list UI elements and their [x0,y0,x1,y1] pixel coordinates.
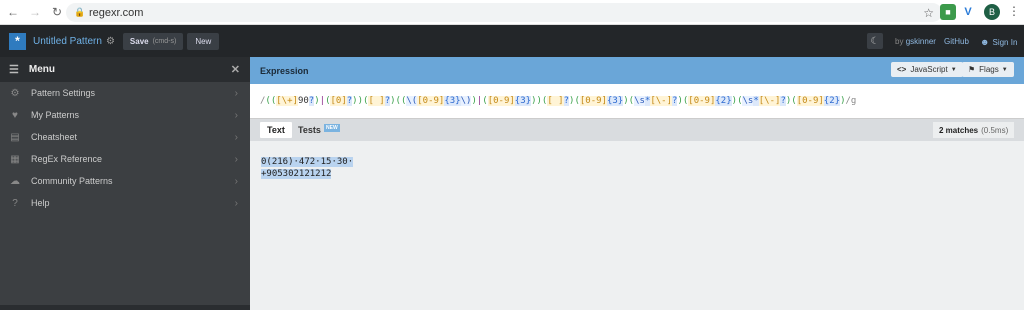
test-text-line[interactable]: +905302121212 [261,169,332,179]
list-icon: ☰ [9,64,19,76]
save-shortcut: (cmd-s) [152,37,177,45]
chevron-right-icon: › [234,175,238,187]
help-icon: ? [12,197,18,209]
tab-text[interactable]: Text [260,122,292,138]
author-link[interactable]: gskinner [906,37,936,46]
github-link[interactable]: GitHub [944,37,969,46]
text-tests-bar [250,119,1024,141]
flags-dropdown[interactable]: ⚑ Flags ▼ [962,62,1014,77]
chevron-right-icon: › [234,197,238,209]
new-button[interactable]: New [187,32,220,50]
forward-icon[interactable]: → [26,3,44,21]
url-text: regexr.com [89,6,144,19]
author-credit: by gskinner [895,37,936,46]
sidebar-item-help[interactable]: ? Help › [0,192,250,214]
sidebar-item-my-patterns[interactable]: ♥ My Patterns › [0,104,250,126]
flavor-label: JavaScript [910,65,948,74]
code-icon: <> [897,65,907,74]
by-label: by [895,37,904,46]
regexr-logo-icon[interactable]: * [9,32,26,50]
gear-icon[interactable]: ⚙ [106,36,115,47]
chevron-right-icon: › [234,131,238,143]
menu-label: Menu [28,64,55,75]
sidebar-item-pattern-settings[interactable]: ⚙ Pattern Settings › [0,82,250,104]
flavor-dropdown[interactable]: <> JavaScript ▼ [891,62,963,77]
flags-label: Flags [979,65,999,74]
bookmark-star-icon[interactable]: ☆ [923,6,934,20]
match-highlight: 0(216)·472·15·30· [261,157,354,167]
gear-icon: ⚙ [10,87,20,99]
sidebar-footer [0,305,250,310]
save-label: Save [129,36,149,46]
sidebar-item-label: Pattern Settings [31,88,96,98]
sign-in-label: Sign In [992,37,1018,47]
save-button[interactable]: Save (cmd-s) [122,32,184,50]
back-icon[interactable]: ← [4,3,22,21]
extension-icon[interactable]: ■ [940,4,956,20]
sidebar: ☰ Menu ✕ ⚙ Pattern Settings › ♥ My Patte… [0,57,250,310]
chevron-right-icon: › [234,153,238,165]
sidebar-item-regex-reference[interactable]: ▦ RegEx Reference › [0,148,250,170]
close-icon[interactable]: ✕ [231,63,240,76]
regex-expression[interactable]: /(([\+]90?)|([0]?))([ ]?)((\([0-9]{3}\))… [260,96,856,106]
reload-icon[interactable]: ↻ [48,3,66,21]
document-icon: ▤ [10,131,20,143]
test-text-area[interactable] [250,141,1024,310]
user-icon: ☻ [980,37,990,47]
expression-editor[interactable]: /(([\+]90?)|([0]?))([ ]?)((\([0-9]{3}\))… [250,84,1024,119]
address-bar[interactable]: 🔒 regexr.com ☆ [66,3,942,22]
test-text-line[interactable]: 0(216)·472·15·30· [261,157,354,167]
sidebar-item-label: Community Patterns [31,176,113,186]
sidebar-item-label: My Patterns [31,110,80,120]
chevron-down-icon: ▼ [950,66,957,73]
vue-extension-icon[interactable]: V [960,4,976,20]
pattern-title[interactable]: Untitled Pattern [33,36,102,47]
sidebar-item-label: Cheatsheet [31,132,78,142]
expression-heading: Expression [260,65,309,76]
browser-menu-icon[interactable]: ⋮ [1008,4,1020,18]
chevron-down-icon: ▼ [1001,66,1008,73]
heart-icon: ♥ [12,109,18,121]
dark-mode-toggle-icon[interactable]: ☾ [867,33,883,49]
match-highlight: +905302121212 [261,169,332,179]
match-time: (0.5ms) [981,125,1009,135]
cloud-icon: ☁ [10,175,20,187]
match-count-badge: 2 matches (0.5ms) [933,122,1015,138]
tab-tests[interactable]: Tests [298,122,321,138]
menu-header: ☰ Menu ✕ [0,57,250,82]
lock-icon: 🔒 [74,7,86,17]
flag-icon: ⚑ [968,65,976,74]
profile-avatar[interactable]: B [984,4,1000,20]
chevron-right-icon: › [234,109,238,121]
sidebar-item-community-patterns[interactable]: ☁ Community Patterns › [0,170,250,192]
chevron-right-icon: › [234,87,238,99]
sign-in-link[interactable]: ☻ Sign In [980,37,1017,47]
matches-label: 2 matches [939,125,979,135]
sidebar-item-label: Help [31,198,50,208]
sidebar-item-label: RegEx Reference [31,154,103,164]
book-icon: ▦ [10,153,20,165]
sidebar-item-cheatsheet[interactable]: ▤ Cheatsheet › [0,126,250,148]
new-badge: NEW [324,124,340,132]
